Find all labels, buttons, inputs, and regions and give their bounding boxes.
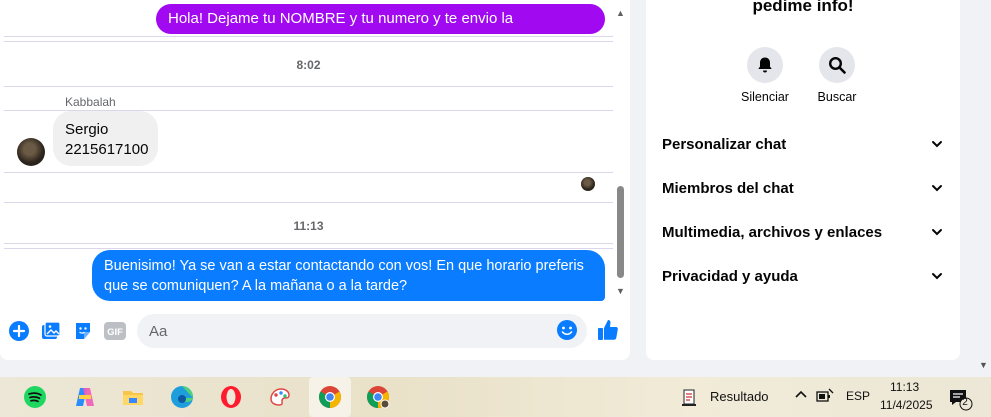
divider xyxy=(4,36,613,37)
divider xyxy=(4,172,613,173)
scroll-down-arrow-icon[interactable]: ▼ xyxy=(616,286,625,296)
chat-panel: Hola! Dejame tu NOMBRE y tu numero y te … xyxy=(0,0,630,360)
chevron-down-icon xyxy=(932,229,942,236)
incoming-message-line: Sergio xyxy=(65,121,109,138)
notification-label[interactable]: Resultado xyxy=(710,389,769,404)
scroll-up-arrow-icon[interactable]: ▲ xyxy=(616,8,625,18)
gif-icon[interactable]: GIF xyxy=(104,320,126,342)
clock-date[interactable]: 11/4/2025 xyxy=(880,398,933,412)
battery-network-icon[interactable] xyxy=(815,386,835,406)
chat-info-panel: pedime info! Silenciar Buscar Personaliz… xyxy=(646,0,960,360)
mute-button[interactable]: Silenciar xyxy=(730,47,800,104)
emoji-icon[interactable] xyxy=(556,319,578,341)
paint-icon[interactable] xyxy=(268,385,292,409)
clock-time[interactable]: 11:13 xyxy=(890,380,919,394)
timestamp: 11:13 xyxy=(293,219,324,233)
chevron-down-icon xyxy=(932,273,942,280)
section-chat-members[interactable]: Miembros del chat xyxy=(662,176,944,200)
section-label: Privacidad y ayuda xyxy=(662,267,798,285)
divider xyxy=(4,248,613,249)
message-composer: GIF Aa xyxy=(0,312,630,352)
page-scroll-down-icon[interactable]: ▼ xyxy=(979,360,988,370)
sticker-icon[interactable] xyxy=(72,320,94,342)
chevron-up-icon[interactable] xyxy=(794,387,808,404)
plus-icon[interactable] xyxy=(8,320,30,342)
gif-label: GIF xyxy=(107,327,123,338)
notification-app-icon[interactable] xyxy=(679,387,701,409)
section-media-files-links[interactable]: Multimedia, archivos y enlaces xyxy=(662,220,944,244)
read-receipt-avatar xyxy=(581,177,595,191)
outgoing-message-line: que se comuniquen? A la mañana o a la ta… xyxy=(104,278,408,294)
incoming-message[interactable]: Sergio 2215617100 xyxy=(53,111,158,166)
divider xyxy=(4,243,613,244)
search-label: Buscar xyxy=(817,90,857,104)
section-label: Miembros del chat xyxy=(662,179,794,197)
timestamp: 8:02 xyxy=(296,58,321,72)
divider xyxy=(4,202,613,203)
file-explorer-icon[interactable] xyxy=(121,385,145,409)
chat-title: pedime info! xyxy=(752,0,854,15)
notification-count: 2 xyxy=(962,397,968,408)
sender-name: Kabbalah xyxy=(65,95,116,109)
bell-icon[interactable] xyxy=(747,47,783,83)
section-customize-chat[interactable]: Personalizar chat xyxy=(662,132,944,156)
search-button[interactable]: Buscar xyxy=(802,47,872,104)
divider xyxy=(4,41,613,42)
search-icon[interactable] xyxy=(819,47,855,83)
opera-icon[interactable] xyxy=(219,385,243,409)
message-input[interactable]: Aa xyxy=(137,314,587,348)
chrome-icon[interactable] xyxy=(318,385,342,409)
image-icon[interactable] xyxy=(40,320,62,342)
spotify-icon[interactable] xyxy=(23,385,47,409)
taskbar: Resultado ESP 11:13 11/4/2025 2 xyxy=(0,377,991,417)
edge-icon[interactable] xyxy=(170,385,194,409)
outgoing-message-line: Buenisimo! Ya se van a estar contactando… xyxy=(104,258,584,274)
incoming-message-line: 2215617100 xyxy=(65,141,149,158)
chevron-down-icon xyxy=(932,185,942,192)
section-label: Personalizar chat xyxy=(662,135,787,153)
language-indicator[interactable]: ESP xyxy=(846,389,870,403)
mute-label: Silenciar xyxy=(741,90,789,104)
outgoing-message[interactable]: Buenisimo! Ya se van a estar contactando… xyxy=(92,250,605,301)
copilot-icon[interactable] xyxy=(73,385,97,409)
divider xyxy=(4,86,613,87)
chevron-down-icon xyxy=(932,141,942,148)
notifications-icon[interactable]: 2 xyxy=(947,387,975,413)
avatar[interactable] xyxy=(17,138,45,166)
chrome-profile-icon[interactable] xyxy=(366,385,390,409)
like-icon[interactable] xyxy=(596,318,620,342)
outgoing-message[interactable]: Hola! Dejame tu NOMBRE y tu numero y te … xyxy=(156,4,605,57)
scrollbar-thumb[interactable] xyxy=(617,186,624,278)
section-label: Multimedia, archivos y enlaces xyxy=(662,223,883,241)
section-privacy-help[interactable]: Privacidad y ayuda xyxy=(662,264,944,288)
message-scrollbar[interactable]: ▲ ▼ xyxy=(614,2,627,298)
